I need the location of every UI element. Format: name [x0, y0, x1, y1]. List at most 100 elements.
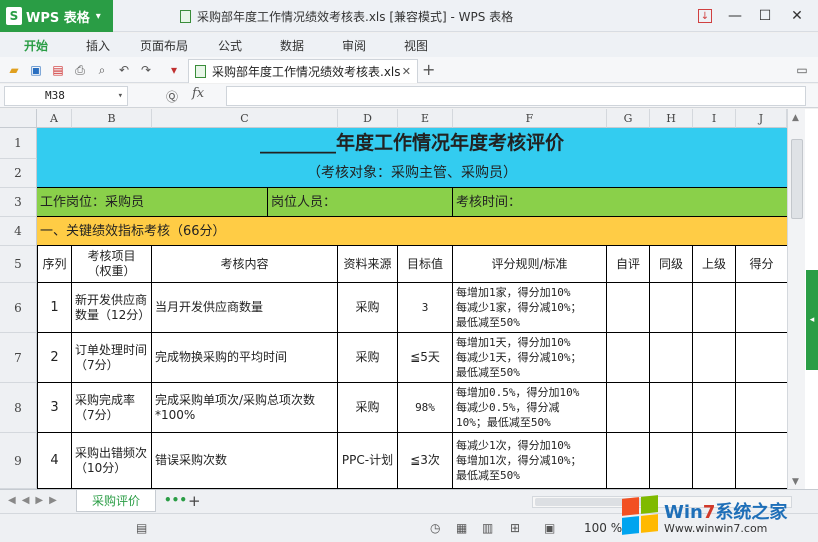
- side-panel-toggle[interactable]: ◂: [806, 270, 818, 370]
- tab-formulas[interactable]: 公式: [218, 37, 242, 54]
- header-rule[interactable]: 评分规则/标准: [453, 246, 607, 283]
- page-break-view-icon[interactable]: ⊞: [510, 521, 520, 535]
- item-peer-cell[interactable]: [650, 333, 693, 383]
- item-target[interactable]: ≦3次: [398, 433, 453, 489]
- item-rule[interactable]: 每增加1家，得分加10% 每减少1家，得分减10%； 最低减至50%: [453, 283, 607, 333]
- item-peer-cell[interactable]: [650, 383, 693, 433]
- ribbon-toggle-icon[interactable]: ▭: [794, 62, 810, 78]
- header-item[interactable]: 考核项目（权重）: [72, 246, 152, 283]
- undo-icon[interactable]: ↶: [116, 62, 132, 78]
- item-content[interactable]: 当月开发供应商数量: [152, 283, 338, 333]
- item-name[interactable]: 订单处理时间（7分）: [72, 333, 152, 383]
- open-folder-icon[interactable]: ▰: [6, 62, 22, 78]
- column-header-h[interactable]: H: [650, 109, 693, 128]
- export-pdf-icon[interactable]: ▤: [50, 62, 66, 78]
- column-header-f[interactable]: F: [453, 109, 607, 128]
- column-header-a[interactable]: A: [37, 109, 72, 128]
- app-menu-button[interactable]: S WPS 表格 ▾: [0, 0, 113, 32]
- column-header-g[interactable]: G: [607, 109, 650, 128]
- scroll-down-icon[interactable]: ▼: [792, 477, 799, 487]
- header-target[interactable]: 目标值: [398, 246, 453, 283]
- row-header-8[interactable]: 8: [0, 383, 37, 433]
- new-tab-button[interactable]: +: [422, 60, 435, 79]
- print-icon[interactable]: ⎙: [72, 62, 88, 78]
- download-button[interactable]: ↓: [690, 0, 720, 32]
- row-header-6[interactable]: 6: [0, 283, 37, 333]
- item-score-cell[interactable]: [736, 383, 787, 433]
- item-seq[interactable]: 2: [37, 333, 72, 383]
- maximize-button[interactable]: ☐: [750, 0, 780, 32]
- item-rule[interactable]: 每增加0.5%，得分加10% 每减少0.5%，得分减 10%；最低减至50%: [453, 383, 607, 433]
- column-header-b[interactable]: B: [72, 109, 152, 128]
- select-all-corner[interactable]: [0, 109, 37, 128]
- row-header-2[interactable]: 2: [0, 159, 37, 188]
- document-tab[interactable]: 采购部年度工作情况绩效考核表.xls ✕: [188, 59, 418, 83]
- header-superior[interactable]: 上级: [693, 246, 736, 283]
- item-superior-cell[interactable]: [693, 333, 736, 383]
- item-peer-cell[interactable]: [650, 433, 693, 489]
- position-cell[interactable]: 工作岗位：采购员: [37, 188, 268, 217]
- sheet-title[interactable]: ________年度工作情况年度考核评价: [37, 128, 787, 159]
- customize-icon[interactable]: ▾: [166, 62, 182, 78]
- formula-input[interactable]: [226, 86, 806, 106]
- item-seq[interactable]: 4: [37, 433, 72, 489]
- tab-home[interactable]: 开始: [24, 37, 48, 54]
- more-sheets-button[interactable]: •••: [164, 493, 187, 507]
- item-seq[interactable]: 1: [37, 283, 72, 333]
- header-peer[interactable]: 同级: [650, 246, 693, 283]
- item-score-cell[interactable]: [736, 333, 787, 383]
- header-content[interactable]: 考核内容: [152, 246, 338, 283]
- close-button[interactable]: ✕: [782, 0, 812, 32]
- header-source[interactable]: 资料来源: [338, 246, 398, 283]
- item-target[interactable]: 3: [398, 283, 453, 333]
- spreadsheet-grid[interactable]: A B C D E F G H I J 1 2 3 4 5 6 7 8 9 __…: [0, 109, 818, 489]
- item-source[interactable]: PPC-计划: [338, 433, 398, 489]
- item-content[interactable]: 完成物换采购的平均时间: [152, 333, 338, 383]
- section-heading[interactable]: 一、关键绩效指标考核（66分）: [37, 217, 787, 246]
- sheet-nav-arrows-icon[interactable]: ◀◀▶▶: [8, 495, 63, 506]
- person-cell[interactable]: 岗位人员：: [268, 188, 453, 217]
- item-seq[interactable]: 3: [37, 383, 72, 433]
- item-name[interactable]: 采购出错频次（10分）: [72, 433, 152, 489]
- reading-mode-icon[interactable]: ▣: [544, 521, 555, 535]
- tab-page-layout[interactable]: 页面布局: [140, 37, 188, 54]
- header-seq[interactable]: 序列: [37, 246, 72, 283]
- add-sheet-button[interactable]: +: [188, 492, 201, 510]
- column-header-c[interactable]: C: [152, 109, 338, 128]
- function-search-icon[interactable]: Ⓠ: [166, 88, 178, 105]
- row-header-9[interactable]: 9: [0, 433, 37, 489]
- print-preview-icon[interactable]: ⌕: [94, 62, 110, 78]
- row-header-5[interactable]: 5: [0, 246, 37, 283]
- name-box[interactable]: M38 ▾: [4, 86, 128, 106]
- item-score-cell[interactable]: [736, 283, 787, 333]
- history-icon[interactable]: ◷: [430, 521, 440, 535]
- time-cell[interactable]: 考核时间：: [453, 188, 787, 217]
- minimize-button[interactable]: —: [720, 0, 750, 32]
- item-score-cell[interactable]: [736, 433, 787, 489]
- tab-insert[interactable]: 插入: [86, 37, 110, 54]
- item-name[interactable]: 新开发供应商数量（12分）: [72, 283, 152, 333]
- item-source[interactable]: 采购: [338, 383, 398, 433]
- column-header-i[interactable]: I: [693, 109, 736, 128]
- redo-icon[interactable]: ↷: [138, 62, 154, 78]
- item-superior-cell[interactable]: [693, 383, 736, 433]
- item-name[interactable]: 采购完成率（7分）: [72, 383, 152, 433]
- scrollbar-thumb[interactable]: [791, 139, 803, 219]
- item-rule[interactable]: 每减少1次，得分加10% 每增加1次，得分减10%； 最低减至50%: [453, 433, 607, 489]
- item-target[interactable]: ≦5天: [398, 333, 453, 383]
- column-header-d[interactable]: D: [338, 109, 398, 128]
- header-self[interactable]: 自评: [607, 246, 650, 283]
- item-superior-cell[interactable]: [693, 433, 736, 489]
- item-target[interactable]: 98%: [398, 383, 453, 433]
- item-content[interactable]: 完成采购单项次/采购总项次数*100%: [152, 383, 338, 433]
- sheet-subtitle[interactable]: （考核对象：采购主管、采购员）: [37, 159, 787, 188]
- page-layout-view-icon[interactable]: ▥: [482, 521, 493, 535]
- tab-view[interactable]: 视图: [404, 37, 428, 54]
- item-superior-cell[interactable]: [693, 283, 736, 333]
- close-tab-icon[interactable]: ✕: [402, 65, 411, 78]
- column-header-e[interactable]: E: [398, 109, 453, 128]
- column-header-j[interactable]: J: [736, 109, 787, 128]
- item-content[interactable]: 错误采购次数: [152, 433, 338, 489]
- tab-data[interactable]: 数据: [280, 37, 304, 54]
- chevron-down-icon[interactable]: ▾: [118, 87, 123, 105]
